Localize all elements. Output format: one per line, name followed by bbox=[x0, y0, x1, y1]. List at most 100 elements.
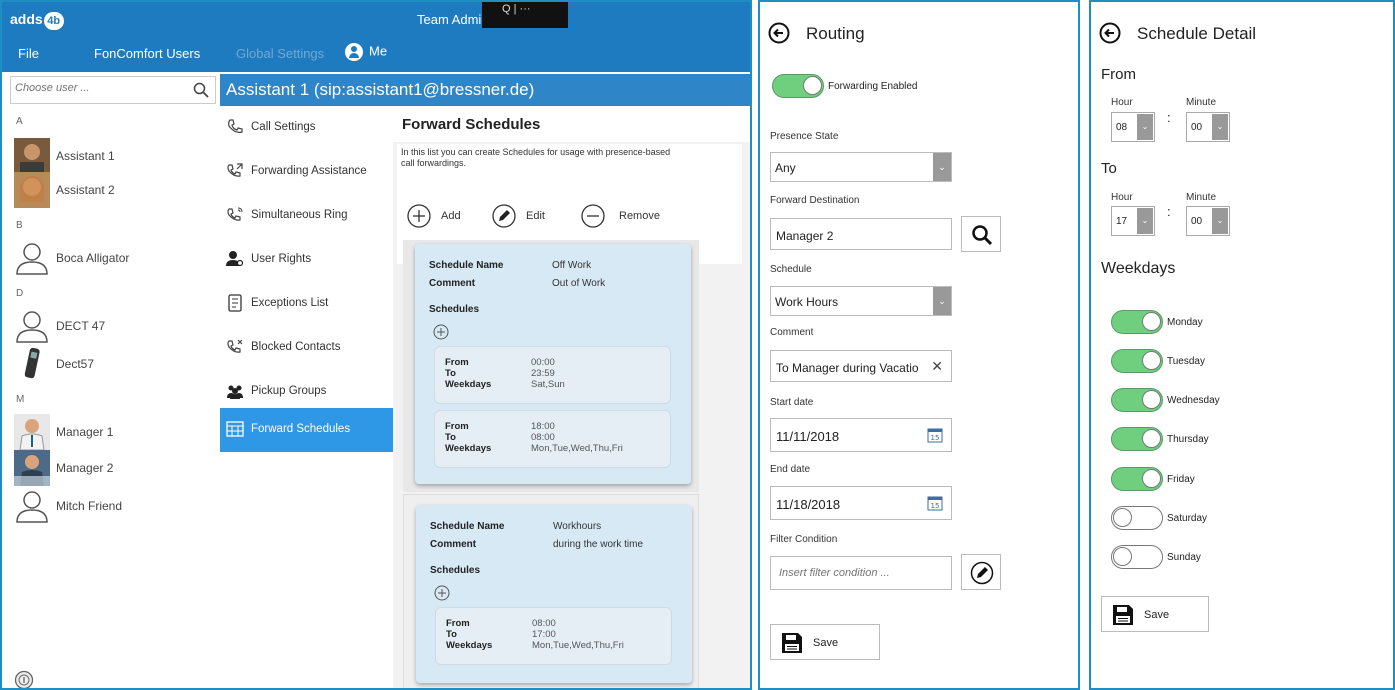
nav-call-settings[interactable]: Call Settings bbox=[220, 106, 393, 150]
forward-destination-label: Forward Destination bbox=[770, 195, 860, 206]
schedule-select[interactable]: Work Hours ⌄ bbox=[770, 286, 952, 316]
save-button[interactable]: Save bbox=[1101, 596, 1209, 632]
user-item-mitch-friend[interactable]: Mitch Friend bbox=[14, 488, 214, 524]
back-arrow-icon[interactable] bbox=[768, 22, 790, 44]
add-schedule-icon[interactable] bbox=[434, 585, 450, 601]
thursday-toggle[interactable] bbox=[1111, 427, 1163, 451]
user-item-boca-alligator[interactable]: Boca Alligator bbox=[14, 240, 214, 276]
save-button[interactable]: Save bbox=[770, 624, 880, 660]
chevron-down-icon: ⌄ bbox=[1212, 208, 1228, 234]
minus-circle-icon bbox=[581, 204, 605, 228]
schedule-entry[interactable]: From 08:00 To 17:00 Weekdays Mon,Tue,Wed,Th… bbox=[435, 607, 672, 665]
to-section-label: To bbox=[1101, 160, 1117, 177]
menu-foncomfort-users[interactable]: FonComfort Users bbox=[94, 46, 200, 61]
window-overlay-toolbar[interactable]: Q | ··· bbox=[482, 2, 568, 28]
comment-field[interactable]: To Manager during Vacatio ✕ bbox=[770, 350, 952, 382]
menu-bar: File FonComfort Users Global Settings Me bbox=[2, 36, 750, 72]
from-minute-label: Minute bbox=[1186, 97, 1217, 108]
save-icon bbox=[1113, 605, 1133, 625]
add-schedule-icon[interactable] bbox=[433, 324, 449, 340]
forwarding-enabled-label: Forwarding Enabled bbox=[828, 81, 918, 92]
schedule-entry[interactable]: From 18:00 To 08:00 Weekdays Mon,Tue,Wed,Th… bbox=[434, 410, 671, 468]
chevron-down-icon: ⌄ bbox=[1137, 208, 1153, 234]
schedule-card-container: Schedule Name Off Work Comment Out of Wo… bbox=[403, 240, 699, 492]
nav-simultaneous-ring[interactable]: Simultaneous Ring bbox=[220, 194, 393, 238]
group-letter-a: A bbox=[16, 116, 23, 127]
forward-schedules-content: Forward Schedules In this list you can c… bbox=[393, 106, 750, 688]
person-placeholder-icon bbox=[16, 311, 48, 343]
nav-blocked-contacts[interactable]: Blocked Contacts bbox=[220, 326, 393, 370]
from-minute-select[interactable]: 00 ⌄ bbox=[1186, 112, 1230, 142]
avatar bbox=[14, 414, 50, 450]
pencil-circle-icon bbox=[492, 204, 516, 228]
monday-toggle[interactable] bbox=[1111, 310, 1163, 334]
schedule-comment-value: Out of Work bbox=[552, 278, 606, 289]
search-destination-button[interactable] bbox=[961, 216, 1001, 252]
nav-forwarding-assistance[interactable]: Forwarding Assistance bbox=[220, 150, 393, 194]
user-icon bbox=[345, 43, 363, 61]
back-arrow-icon[interactable] bbox=[1099, 22, 1121, 44]
user-item-manager-1[interactable]: Manager 1 bbox=[14, 414, 214, 450]
nav-forward-schedules[interactable]: Forward Schedules bbox=[220, 408, 393, 452]
app-logo: adds 4b bbox=[10, 11, 64, 30]
schedule-card[interactable]: Schedule Name Workhours Comment during t… bbox=[416, 505, 692, 683]
sunday-toggle[interactable] bbox=[1111, 545, 1163, 569]
avatar bbox=[14, 138, 50, 174]
user-item-manager-2[interactable]: Manager 2 bbox=[14, 450, 214, 486]
settings-navigation: Call Settings Forwarding Assistance Simu… bbox=[220, 106, 393, 688]
user-item-dect-47[interactable]: DECT 47 bbox=[14, 308, 214, 344]
user-key-icon bbox=[226, 251, 244, 267]
group-icon bbox=[227, 385, 243, 399]
phone-blocked-icon bbox=[227, 339, 243, 353]
user-item-assistant-2[interactable]: Assistant 2 bbox=[14, 172, 214, 208]
to-minute-select[interactable]: 00 ⌄ bbox=[1186, 206, 1230, 236]
calendar-day-label: 15 bbox=[931, 502, 940, 510]
wednesday-toggle[interactable] bbox=[1111, 388, 1163, 412]
friday-toggle[interactable] bbox=[1111, 467, 1163, 491]
from-hour-select[interactable]: 08 ⌄ bbox=[1111, 112, 1155, 142]
edit-filter-button[interactable] bbox=[961, 554, 1001, 590]
presence-state-select[interactable]: Any ⌄ bbox=[770, 152, 952, 182]
forward-destination-field[interactable]: Manager 2 bbox=[770, 218, 952, 250]
chevron-down-icon: ⌄ bbox=[933, 153, 951, 181]
calendar-icon[interactable]: 15 bbox=[927, 427, 943, 443]
to-hour-select[interactable]: 17 ⌄ bbox=[1111, 206, 1155, 236]
comment-label: Comment bbox=[770, 327, 814, 338]
filter-condition-field[interactable] bbox=[770, 556, 952, 590]
search-icon[interactable] bbox=[193, 82, 209, 98]
user-search-box[interactable] bbox=[10, 76, 216, 104]
chevron-down-icon: ⌄ bbox=[1212, 114, 1228, 140]
save-icon bbox=[782, 633, 802, 653]
page-title: Schedule Detail bbox=[1137, 24, 1257, 43]
avatar bbox=[14, 172, 50, 208]
schedule-entry[interactable]: From 00:00 To 23:59 Weekdays Sat,Sun bbox=[434, 346, 671, 404]
info-icon[interactable] bbox=[14, 670, 34, 690]
calendar-day-label: 15 bbox=[931, 434, 940, 442]
person-placeholder-icon bbox=[16, 491, 48, 523]
menu-file[interactable]: File bbox=[18, 46, 39, 61]
user-item-assistant-1[interactable]: Assistant 1 bbox=[14, 138, 214, 174]
menu-global-settings: Global Settings bbox=[236, 46, 325, 61]
schedule-card-container: Schedule Name Workhours Comment during t… bbox=[403, 494, 699, 688]
plus-circle-icon bbox=[407, 204, 431, 228]
schedule-card[interactable]: Schedule Name Off Work Comment Out of Wo… bbox=[415, 244, 691, 484]
nav-user-rights[interactable]: User Rights bbox=[220, 238, 393, 282]
user-item-dect57[interactable]: Dect57 bbox=[14, 346, 214, 382]
schedule-name-value: Off Work bbox=[552, 260, 592, 271]
schedule-name-value: Workhours bbox=[553, 521, 602, 532]
tuesday-toggle[interactable] bbox=[1111, 349, 1163, 373]
menu-me[interactable]: Me bbox=[345, 43, 387, 61]
forwarding-enabled-toggle[interactable] bbox=[772, 74, 824, 98]
filter-condition-input[interactable] bbox=[779, 567, 949, 579]
user-list: A Assistant 1 Assistant 2 B Boca Alligat… bbox=[10, 110, 216, 688]
clear-icon[interactable]: ✕ bbox=[929, 358, 943, 375]
dect-phone-icon bbox=[24, 347, 40, 379]
nav-exceptions-list[interactable]: Exceptions List bbox=[220, 282, 393, 326]
to-hour-label: Hour bbox=[1111, 192, 1133, 203]
phone-forward-icon bbox=[227, 163, 243, 177]
user-search-input[interactable] bbox=[15, 82, 185, 94]
saturday-toggle[interactable] bbox=[1111, 506, 1163, 530]
end-date-picker[interactable]: 11/18/2018 15 bbox=[770, 486, 952, 520]
calendar-icon[interactable]: 15 bbox=[927, 495, 943, 511]
start-date-picker[interactable]: 11/11/2018 15 bbox=[770, 418, 952, 452]
